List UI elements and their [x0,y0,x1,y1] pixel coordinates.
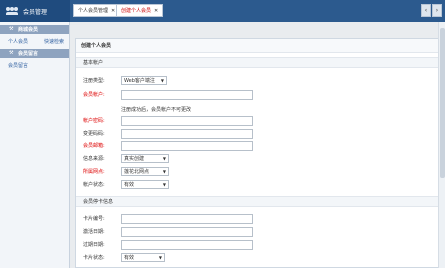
panel-title: 创建个人会员 [76,39,442,53]
row-activate-date: 激活日期: [76,227,442,237]
reg-type-value: Web客户端注 [124,78,155,84]
expire-date-label: 过期日期: [83,242,105,248]
users-icon [6,7,18,15]
account-input[interactable] [121,90,253,100]
chevron-down-icon: ▼ [162,156,166,161]
outlet-label: 所属网点: [83,169,105,175]
app-title: 会员管理 [23,8,48,16]
sidebar-item-quick-search[interactable]: 快速检索 [44,38,64,45]
create-member-panel: 创建个人会员 基本帐户 注册类型: Web客户端注 ▼ 会员帐户: 注册成功后，… [75,38,443,268]
app-brand: 会员管理 [0,0,70,22]
sidebar-group-member-messages[interactable]: ⚒ 会员留言 [0,49,69,58]
tab-label: 创建个人会员 [121,8,152,14]
tab-scroll-next-button[interactable]: › [432,4,442,17]
card-status-value: 有效 [124,255,135,261]
card-no-label: 卡片编号: [83,216,105,222]
status-value: 有效 [124,182,135,188]
tab-scroll-prev-button[interactable]: ‹ [421,4,431,17]
sidebar-group-label: 商城会员 [18,27,39,33]
email-label: 会员邮箱: [83,143,105,149]
row-card-no: 卡片编号: [76,214,442,224]
sidebar-group-label: 会员留言 [18,51,39,57]
row-password: 帐户密码: [76,116,442,126]
row-expire-date: 过期日期: [76,240,442,250]
wrench-icon: ⚒ [9,50,14,56]
card-no-input[interactable] [121,214,253,224]
sidebar: ⚒ 商城会员 个人会员 快速检索 ⚒ 会员留言 会员留言 [0,22,70,268]
activate-date-label: 激活日期: [83,229,105,235]
chevron-down-icon: ▼ [162,169,166,174]
close-icon[interactable]: ✕ [154,8,158,14]
row-password-confirm: 变更码码: [76,129,442,139]
vertical-scrollbar[interactable] [438,22,445,268]
expire-date-input[interactable] [121,240,253,250]
outlet-value: 莲花北网点 [124,169,150,175]
email-input[interactable] [121,141,253,151]
row-hint: 注册成功后，会员帐户不可更改 [76,105,442,115]
chevron-down-icon: ▼ [160,78,164,83]
row-source: 信息来源: 真实创建 ▼ [76,154,442,164]
status-select[interactable]: 有效 ▼ [121,180,169,189]
sidebar-item-member-messages[interactable]: 会员留言 [0,58,69,73]
sidebar-item-personal-members[interactable]: 个人会员 [8,38,28,45]
reg-type-label: 注册类型: [83,78,105,84]
row-email: 会员邮箱: [76,141,442,151]
outlet-select[interactable]: 莲花北网点 ▼ [121,167,169,176]
row-card-status: 卡片状态: 有效 ▼ [76,253,442,263]
account-label: 会员帐户: [83,92,105,98]
section-card-info: 会员停卡信息 [76,196,442,207]
tab-label: 个人会员管理 [78,8,109,14]
password-confirm-input[interactable] [121,129,253,139]
chevron-down-icon: ▼ [158,255,162,260]
main-area: 个人会员管理 ✕ 创建个人会员 ✕ ‹ › 创建个人会员 基本帐户 注册类型: … [70,0,445,268]
reg-type-select[interactable]: Web客户端注 ▼ [121,76,167,85]
activate-date-input[interactable] [121,227,253,237]
tab-personal-member-management[interactable]: 个人会员管理 ✕ [73,4,121,17]
wrench-icon: ⚒ [9,26,14,32]
source-value: 真实创建 [124,156,145,162]
password-input[interactable] [121,116,253,126]
row-outlet: 所属网点: 莲花北网点 ▼ [76,167,442,177]
card-status-label: 卡片状态: [83,255,105,261]
account-hint: 注册成功后，会员帐户不可更改 [121,107,192,113]
sidebar-group-mall-members[interactable]: ⚒ 商城会员 [0,25,69,34]
password-label: 帐户密码: [83,118,105,124]
password-confirm-label: 变更码码: [83,131,105,137]
scrollbar-thumb[interactable] [440,28,445,178]
card-status-select[interactable]: 有效 ▼ [121,253,165,262]
row-reg-type: 注册类型: Web客户端注 ▼ [76,76,442,86]
row-status: 帐户状态: 有效 ▼ [76,180,442,190]
source-label: 信息来源: [83,156,105,162]
chevron-down-icon: ▼ [162,182,166,187]
source-select[interactable]: 真实创建 ▼ [121,154,169,163]
tab-bar: 个人会员管理 ✕ 创建个人会员 ✕ ‹ › [70,0,445,22]
row-account: 会员帐户: [76,90,442,100]
status-label: 帐户状态: [83,182,105,188]
close-icon[interactable]: ✕ [111,8,115,14]
sidebar-subrow: 个人会员 快速检索 [0,34,69,49]
tab-create-personal-member[interactable]: 创建个人会员 ✕ [116,4,164,17]
section-basic-account: 基本帐户 [76,57,442,68]
